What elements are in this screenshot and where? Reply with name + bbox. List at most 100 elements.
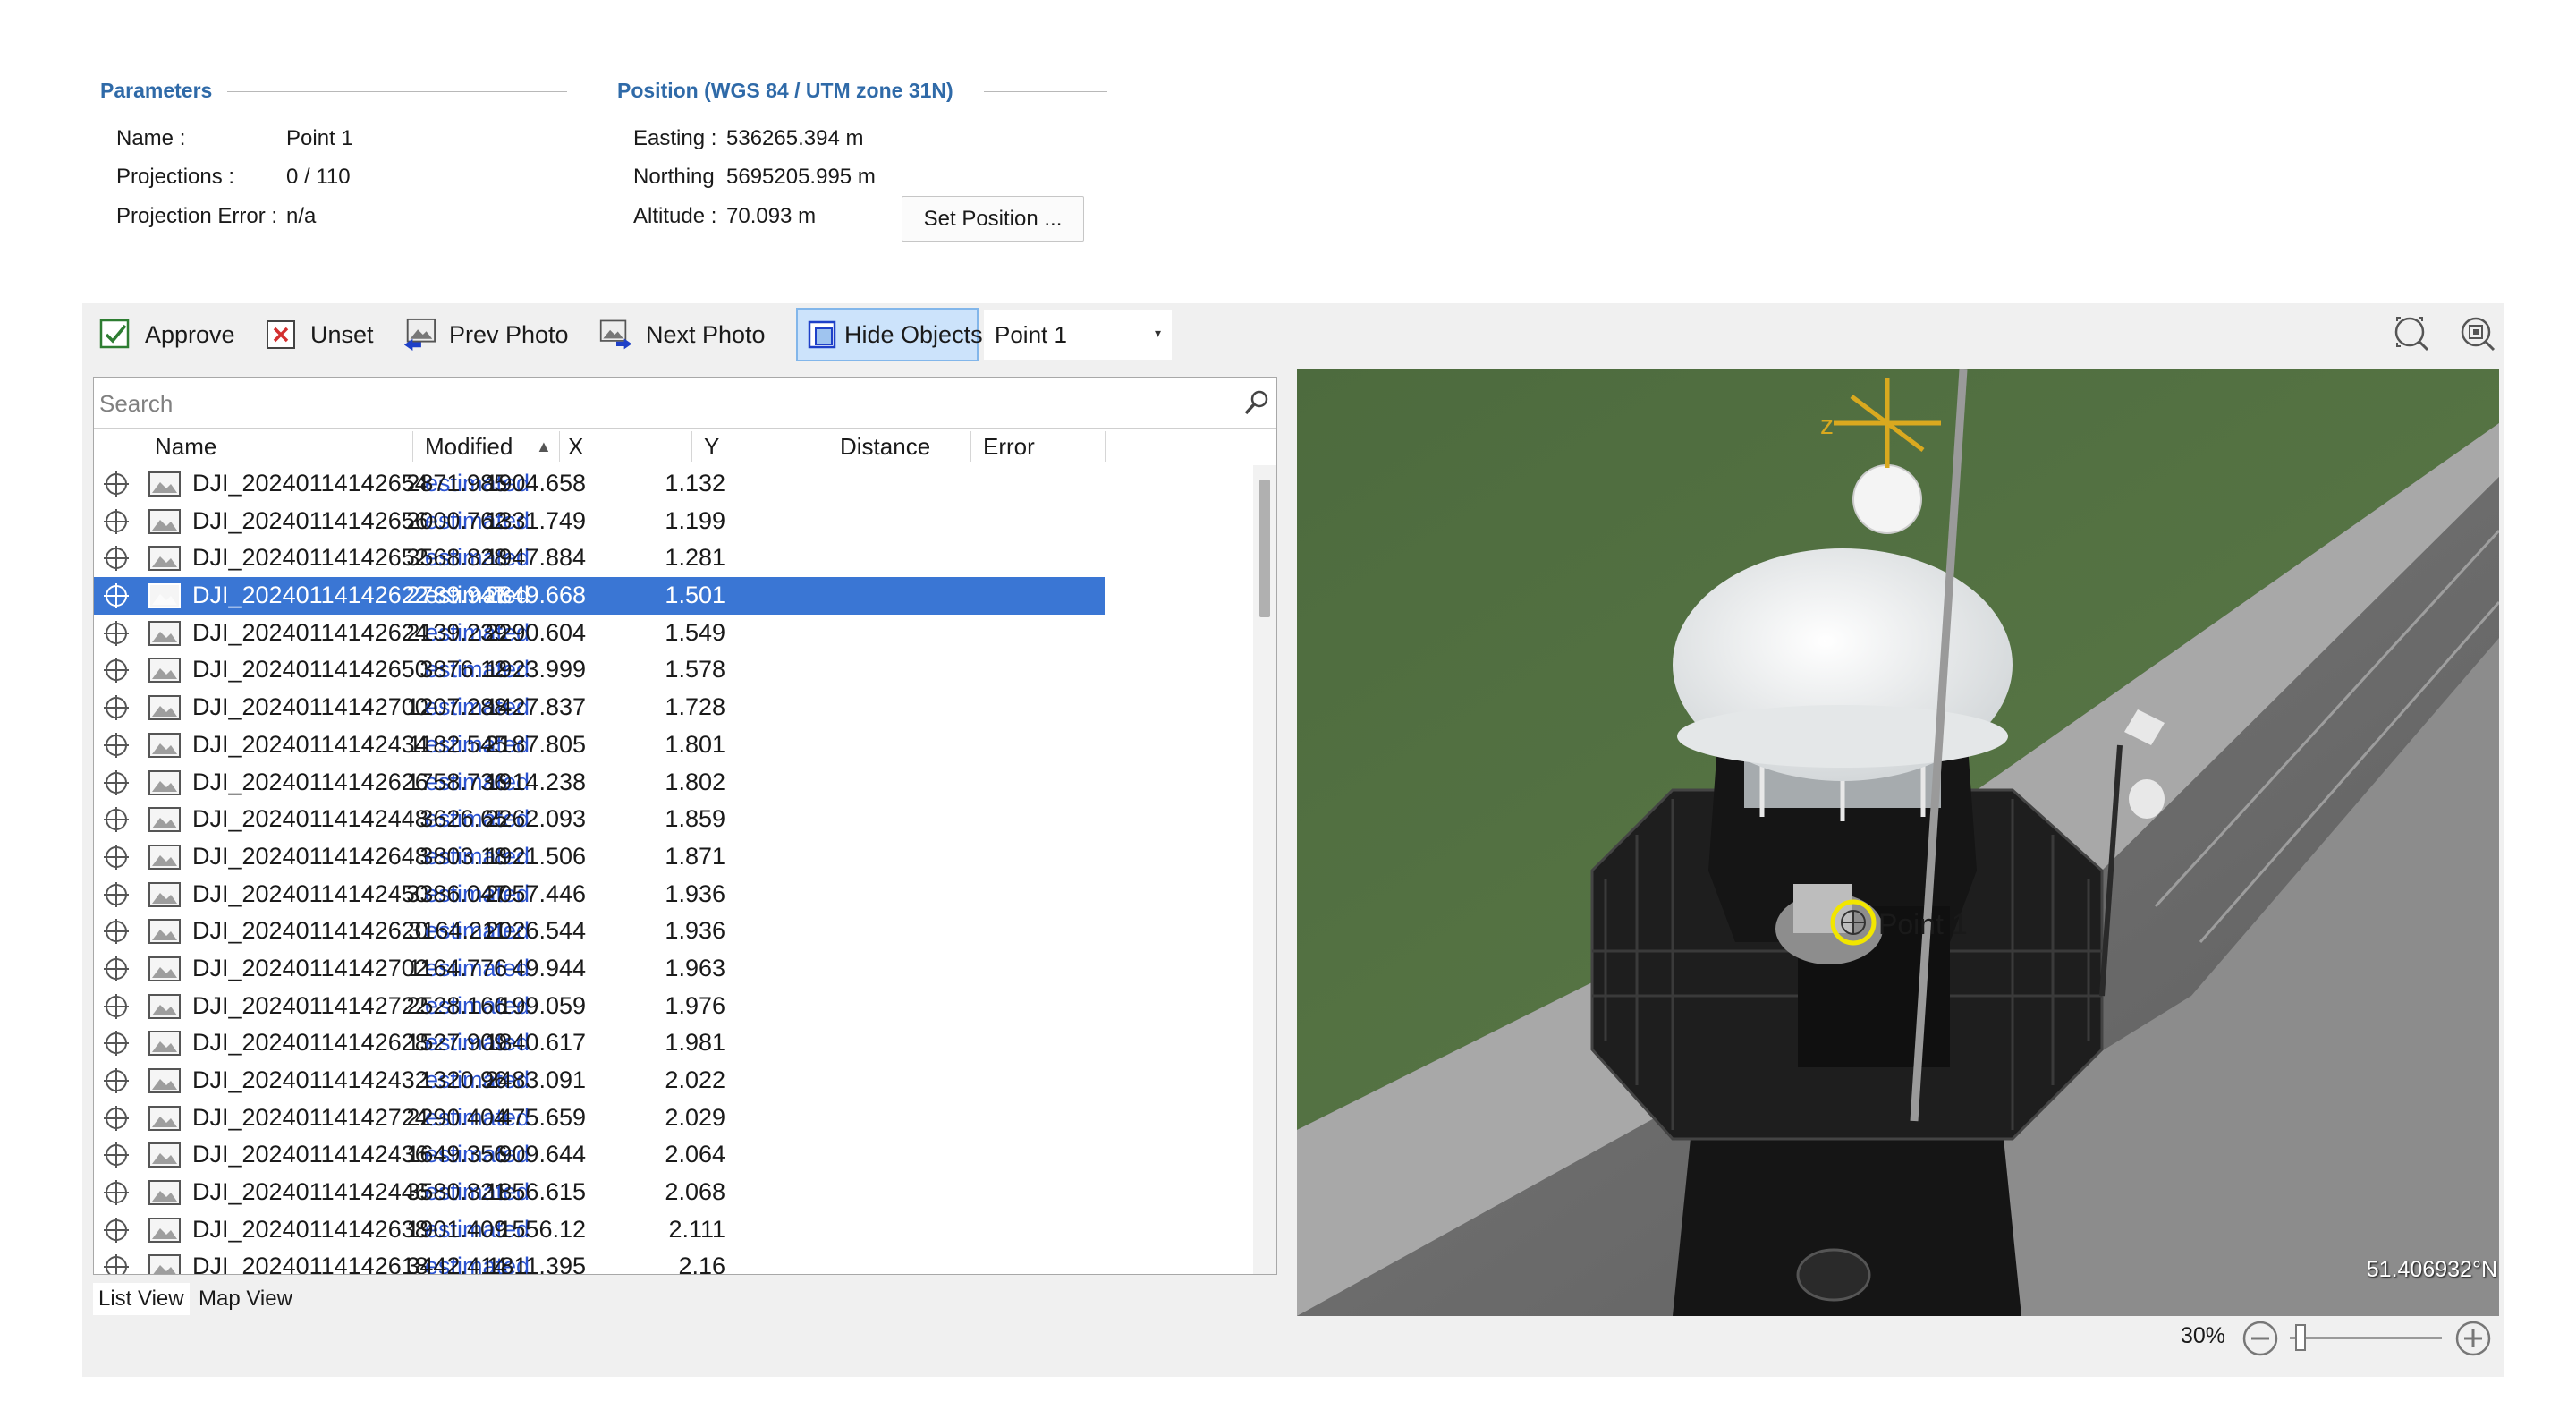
table-row[interactable]: DJI_20240114142652 estimated 3568.828 1947.… bbox=[94, 539, 1105, 577]
table-row[interactable]: DJI_20240114142434 estimated 1182.545 2187.… bbox=[94, 726, 1105, 764]
distance-value: 2.064 bbox=[665, 1141, 725, 1168]
distance-value: 1.801 bbox=[665, 730, 725, 758]
y-value: 199.059 bbox=[498, 991, 586, 1019]
crosshair-icon[interactable] bbox=[101, 506, 131, 537]
column-distance[interactable]: Distance bbox=[840, 428, 930, 465]
column-modified[interactable]: Modified bbox=[425, 428, 513, 465]
column-y[interactable]: Y bbox=[704, 428, 719, 465]
table-row[interactable]: DJI_20240114142626 estimated 1758.736 1914.… bbox=[94, 764, 1105, 802]
lighthouse-photo: z bbox=[1297, 369, 2499, 1316]
zoom-out-icon[interactable] bbox=[2241, 1320, 2279, 1357]
list-scrollbar[interactable] bbox=[1253, 465, 1276, 1274]
crosshair-icon[interactable] bbox=[101, 1140, 131, 1170]
crosshair-icon[interactable] bbox=[101, 991, 131, 1022]
crosshair-icon[interactable] bbox=[101, 804, 131, 835]
table-row[interactable]: DJI_20240114142700 estimated 1207.288 1427.… bbox=[94, 689, 1105, 726]
point-select[interactable]: Point 1 ▾ bbox=[984, 310, 1172, 360]
crosshair-icon[interactable] bbox=[101, 618, 131, 649]
crosshair-icon[interactable] bbox=[101, 842, 131, 872]
projection-error-label: Projection Error : bbox=[116, 204, 278, 228]
zoom-slider[interactable] bbox=[2290, 1322, 2442, 1355]
chevron-down-icon: ▾ bbox=[1154, 326, 1161, 340]
crosshair-icon[interactable] bbox=[101, 879, 131, 910]
scrollbar-thumb[interactable] bbox=[1259, 480, 1270, 617]
search-input[interactable] bbox=[97, 385, 1219, 422]
table-row[interactable]: DJI_20240114142722 estimated 2528.166 199.0… bbox=[94, 988, 1105, 1025]
crosshair-icon[interactable] bbox=[101, 543, 131, 573]
crosshair-icon[interactable] bbox=[101, 768, 131, 798]
crosshair-icon[interactable] bbox=[101, 730, 131, 760]
y-value: 1331.749 bbox=[485, 506, 586, 534]
zoom-slider-thumb[interactable] bbox=[2295, 1324, 2306, 1351]
table-row[interactable]: DJI_20240114142618 estimated 3442.414 1811.… bbox=[94, 1248, 1105, 1274]
table-row[interactable]: DJI_20240114142432 estimated 1320.96 2483.0… bbox=[94, 1062, 1105, 1100]
crosshair-icon[interactable] bbox=[101, 916, 131, 947]
crosshair-icon[interactable] bbox=[101, 655, 131, 685]
photo-name: DJI_20240114142700 bbox=[192, 693, 428, 721]
tab-list-view[interactable]: List View bbox=[93, 1283, 190, 1315]
prev-photo-button[interactable]: Prev Photo bbox=[402, 308, 569, 361]
crosshair-icon[interactable] bbox=[101, 954, 131, 984]
table-row[interactable]: DJI_20240114142724 estimated 2290.404 475.6… bbox=[94, 1100, 1105, 1137]
svg-text:z: z bbox=[1820, 411, 1834, 440]
name-value: Point 1 bbox=[286, 126, 353, 150]
table-row[interactable]: DJI_20240114142656 estimated 2000.762 1331.… bbox=[94, 503, 1105, 540]
photo-name: DJI_20240114142628 bbox=[192, 1029, 428, 1057]
table-row[interactable]: DJI_20240114142436 estimated 1649.356 909.6… bbox=[94, 1136, 1105, 1174]
position-divider bbox=[984, 91, 1107, 92]
point-marker-icon[interactable] bbox=[1826, 896, 1880, 949]
photo-name: DJI_20240114142432 bbox=[192, 1066, 428, 1093]
crosshair-icon[interactable] bbox=[101, 1252, 131, 1274]
approve-button[interactable]: Approve bbox=[98, 308, 235, 361]
table-row[interactable]: DJI_20240114142448 estimated 3626.65 2262.0… bbox=[94, 801, 1105, 838]
y-value: 1921.506 bbox=[485, 842, 586, 870]
table-row[interactable]: DJI_20240114142702 estimated 1164.776 49.94… bbox=[94, 950, 1105, 988]
column-name[interactable]: Name bbox=[155, 428, 216, 465]
crosshair-icon[interactable] bbox=[101, 1215, 131, 1245]
next-photo-button[interactable]: Next Photo bbox=[599, 308, 766, 361]
photo-name: DJI_20240114142626 bbox=[192, 768, 428, 795]
tab-map-view[interactable]: Map View bbox=[197, 1283, 294, 1315]
table-row[interactable]: DJI_20240114142620 estimated 3164.211 2026.… bbox=[94, 913, 1105, 950]
crosshair-icon[interactable] bbox=[101, 581, 131, 611]
image-icon bbox=[148, 694, 182, 721]
crosshair-icon[interactable] bbox=[101, 1103, 131, 1134]
hide-objects-toggle[interactable]: Hide Objects bbox=[796, 308, 983, 361]
distance-value: 1.936 bbox=[665, 917, 725, 945]
zoom-actual-icon[interactable] bbox=[2458, 314, 2497, 353]
photo-viewer[interactable]: z Point 1 51.406932°N bbox=[1297, 369, 2499, 1316]
zoom-in-icon[interactable] bbox=[2454, 1320, 2492, 1357]
table-row[interactable]: DJI_20240114142628 estimated 1527.909 1840.… bbox=[94, 1024, 1105, 1062]
table-row[interactable]: DJI_20240114142450 estimated 3386.047 2057.… bbox=[94, 876, 1105, 913]
set-position-button[interactable]: Set Position ... bbox=[902, 196, 1084, 242]
y-value: 909.644 bbox=[498, 1141, 586, 1168]
unset-button[interactable]: Unset bbox=[264, 308, 374, 361]
crosshair-icon[interactable] bbox=[101, 1066, 131, 1096]
crosshair-icon[interactable] bbox=[101, 1177, 131, 1208]
zoom-fit-icon[interactable] bbox=[2392, 314, 2431, 353]
search-icon[interactable] bbox=[1242, 388, 1271, 417]
distance-value: 1.802 bbox=[665, 768, 725, 795]
table-row[interactable]: DJI_20240114142650 estimated 3876.12 1923.9… bbox=[94, 651, 1105, 689]
table-row[interactable]: DJI_20240114142622 estimated 2789.947 2849.… bbox=[94, 577, 1105, 615]
y-value: 2026.544 bbox=[485, 917, 586, 945]
column-error[interactable]: Error bbox=[983, 428, 1035, 465]
x-value: 1649.356 bbox=[406, 1141, 507, 1168]
table-header: Name Modified ▲ X Y Distance Error bbox=[94, 428, 1257, 465]
image-icon bbox=[148, 918, 182, 945]
column-x[interactable]: X bbox=[568, 428, 583, 465]
table-row[interactable]: DJI_20240114142624 estimated 2139.239 2290.… bbox=[94, 615, 1105, 652]
point-select-value: Point 1 bbox=[995, 320, 1067, 348]
crosshair-icon[interactable] bbox=[101, 692, 131, 723]
altitude-label: Altitude : bbox=[633, 204, 717, 228]
easting-label: Easting : bbox=[633, 126, 717, 150]
table-row[interactable]: DJI_20240114142446 estimated 3580.821 1856.… bbox=[94, 1174, 1105, 1211]
distance-value: 1.199 bbox=[665, 506, 725, 534]
table-row[interactable]: DJI_20240114142638 estimated 1901.409 1556.… bbox=[94, 1211, 1105, 1249]
crosshair-icon[interactable] bbox=[101, 1028, 131, 1058]
photo-name: DJI_20240114142648 bbox=[192, 842, 428, 870]
image-icon bbox=[148, 1142, 182, 1168]
crosshair-icon[interactable] bbox=[101, 469, 131, 499]
table-row[interactable]: DJI_20240114142654 estimated 2871.985 1904.… bbox=[94, 465, 1105, 503]
table-row[interactable]: DJI_20240114142648 estimated 3803.18 1921.5… bbox=[94, 838, 1105, 876]
